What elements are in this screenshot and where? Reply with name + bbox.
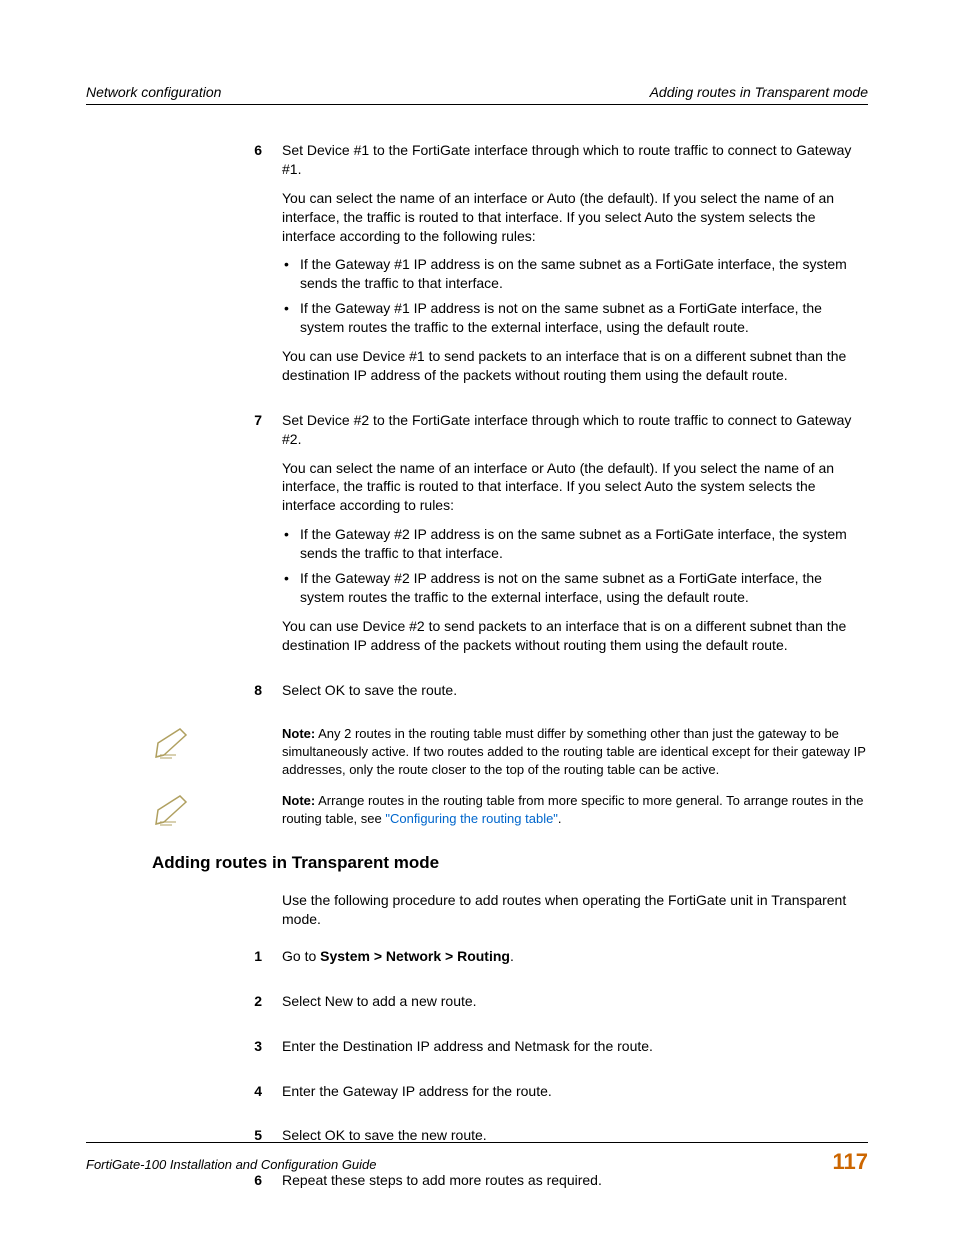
step-lead: Select OK to save the route. [282, 681, 868, 700]
header-section-right: Adding routes in Transparent mode [650, 84, 868, 100]
step-number: 3 [86, 1037, 282, 1066]
step-number: 7 [86, 411, 282, 665]
step-6: 6 Set Device #1 to the FortiGate interfa… [86, 141, 868, 395]
bullet-item: If the Gateway #2 IP address is not on t… [282, 569, 868, 607]
note-body: Note: Any 2 routes in the routing table … [282, 725, 868, 778]
step-number: 1 [86, 947, 282, 976]
step-bold-path: System > Network > Routing [320, 948, 510, 964]
configuring-routing-table-link[interactable]: "Configuring the routing table" [385, 811, 558, 826]
step-paragraph: You can use Device #2 to send packets to… [282, 617, 868, 655]
note-block: Note: Any 2 routes in the routing table … [86, 725, 868, 778]
step-number: 8 [86, 681, 282, 710]
section-intro: Use the following procedure to add route… [282, 891, 868, 929]
footer-title: FortiGate-100 Installation and Configura… [86, 1157, 377, 1172]
step-body: Set Device #2 to the FortiGate interface… [282, 411, 868, 665]
note-text-post: . [558, 811, 562, 826]
note-icon-col [86, 725, 282, 763]
step-body: Enter the Destination IP address and Net… [282, 1037, 868, 1066]
bullet-list: If the Gateway #2 IP address is on the s… [282, 525, 868, 607]
step-number: 6 [86, 141, 282, 395]
note-icon-col [86, 792, 282, 830]
tstep-4: 4 Enter the Gateway IP address for the r… [86, 1082, 868, 1111]
step-text: Select New to add a new route. [282, 992, 868, 1011]
step-lead: Set Device #2 to the FortiGate interface… [282, 411, 868, 449]
bullet-list: If the Gateway #1 IP address is on the s… [282, 255, 868, 337]
step-text: Enter the Gateway IP address for the rou… [282, 1082, 868, 1101]
step-body: Enter the Gateway IP address for the rou… [282, 1082, 868, 1111]
pencil-note-icon [152, 792, 194, 830]
pencil-note-icon [152, 725, 194, 763]
step-paragraph: You can select the name of an interface … [282, 459, 868, 516]
step-lead: Set Device #1 to the FortiGate interface… [282, 141, 868, 179]
section-heading: Adding routes in Transparent mode [152, 852, 868, 875]
page-header: Network configuration Adding routes in T… [86, 84, 868, 105]
note-text: Any 2 routes in the routing table must d… [282, 726, 866, 776]
note-block: Note: Arrange routes in the routing tabl… [86, 792, 868, 830]
step-7: 7 Set Device #2 to the FortiGate interfa… [86, 411, 868, 665]
tstep-2: 2 Select New to add a new route. [86, 992, 868, 1021]
tstep-1: 1 Go to System > Network > Routing. [86, 947, 868, 976]
step-paragraph: You can select the name of an interface … [282, 189, 868, 246]
header-section-left: Network configuration [86, 84, 221, 100]
bullet-item: If the Gateway #1 IP address is on the s… [282, 255, 868, 293]
step-number: 2 [86, 992, 282, 1021]
note-label: Note: [282, 726, 315, 741]
step-prefix: Go to [282, 948, 320, 964]
note-text-pre: Arrange routes in the routing table from… [282, 793, 863, 826]
page-footer: FortiGate-100 Installation and Configura… [86, 1142, 868, 1175]
step-text: Enter the Destination IP address and Net… [282, 1037, 868, 1056]
step-number: 6 [86, 1171, 282, 1200]
step-8: 8 Select OK to save the route. [86, 681, 868, 710]
content-area: 6 Set Device #1 to the FortiGate interfa… [86, 141, 868, 1200]
step-paragraph: You can use Device #1 to send packets to… [282, 347, 868, 385]
bullet-item: If the Gateway #2 IP address is on the s… [282, 525, 868, 563]
step-suffix: . [510, 948, 514, 964]
step-text: Go to System > Network > Routing. [282, 947, 868, 966]
note-body: Note: Arrange routes in the routing tabl… [282, 792, 868, 827]
step-number: 4 [86, 1082, 282, 1111]
step-body: Go to System > Network > Routing. [282, 947, 868, 976]
note-label: Note: [282, 793, 315, 808]
step-body: Select New to add a new route. [282, 992, 868, 1021]
page-number: 117 [833, 1149, 869, 1175]
tstep-3: 3 Enter the Destination IP address and N… [86, 1037, 868, 1066]
tstep-6: 6 Repeat these steps to add more routes … [86, 1171, 868, 1200]
bullet-item: If the Gateway #1 IP address is not on t… [282, 299, 868, 337]
step-body: Repeat these steps to add more routes as… [282, 1171, 868, 1200]
step-body: Set Device #1 to the FortiGate interface… [282, 141, 868, 395]
step-body: Select OK to save the route. [282, 681, 868, 710]
